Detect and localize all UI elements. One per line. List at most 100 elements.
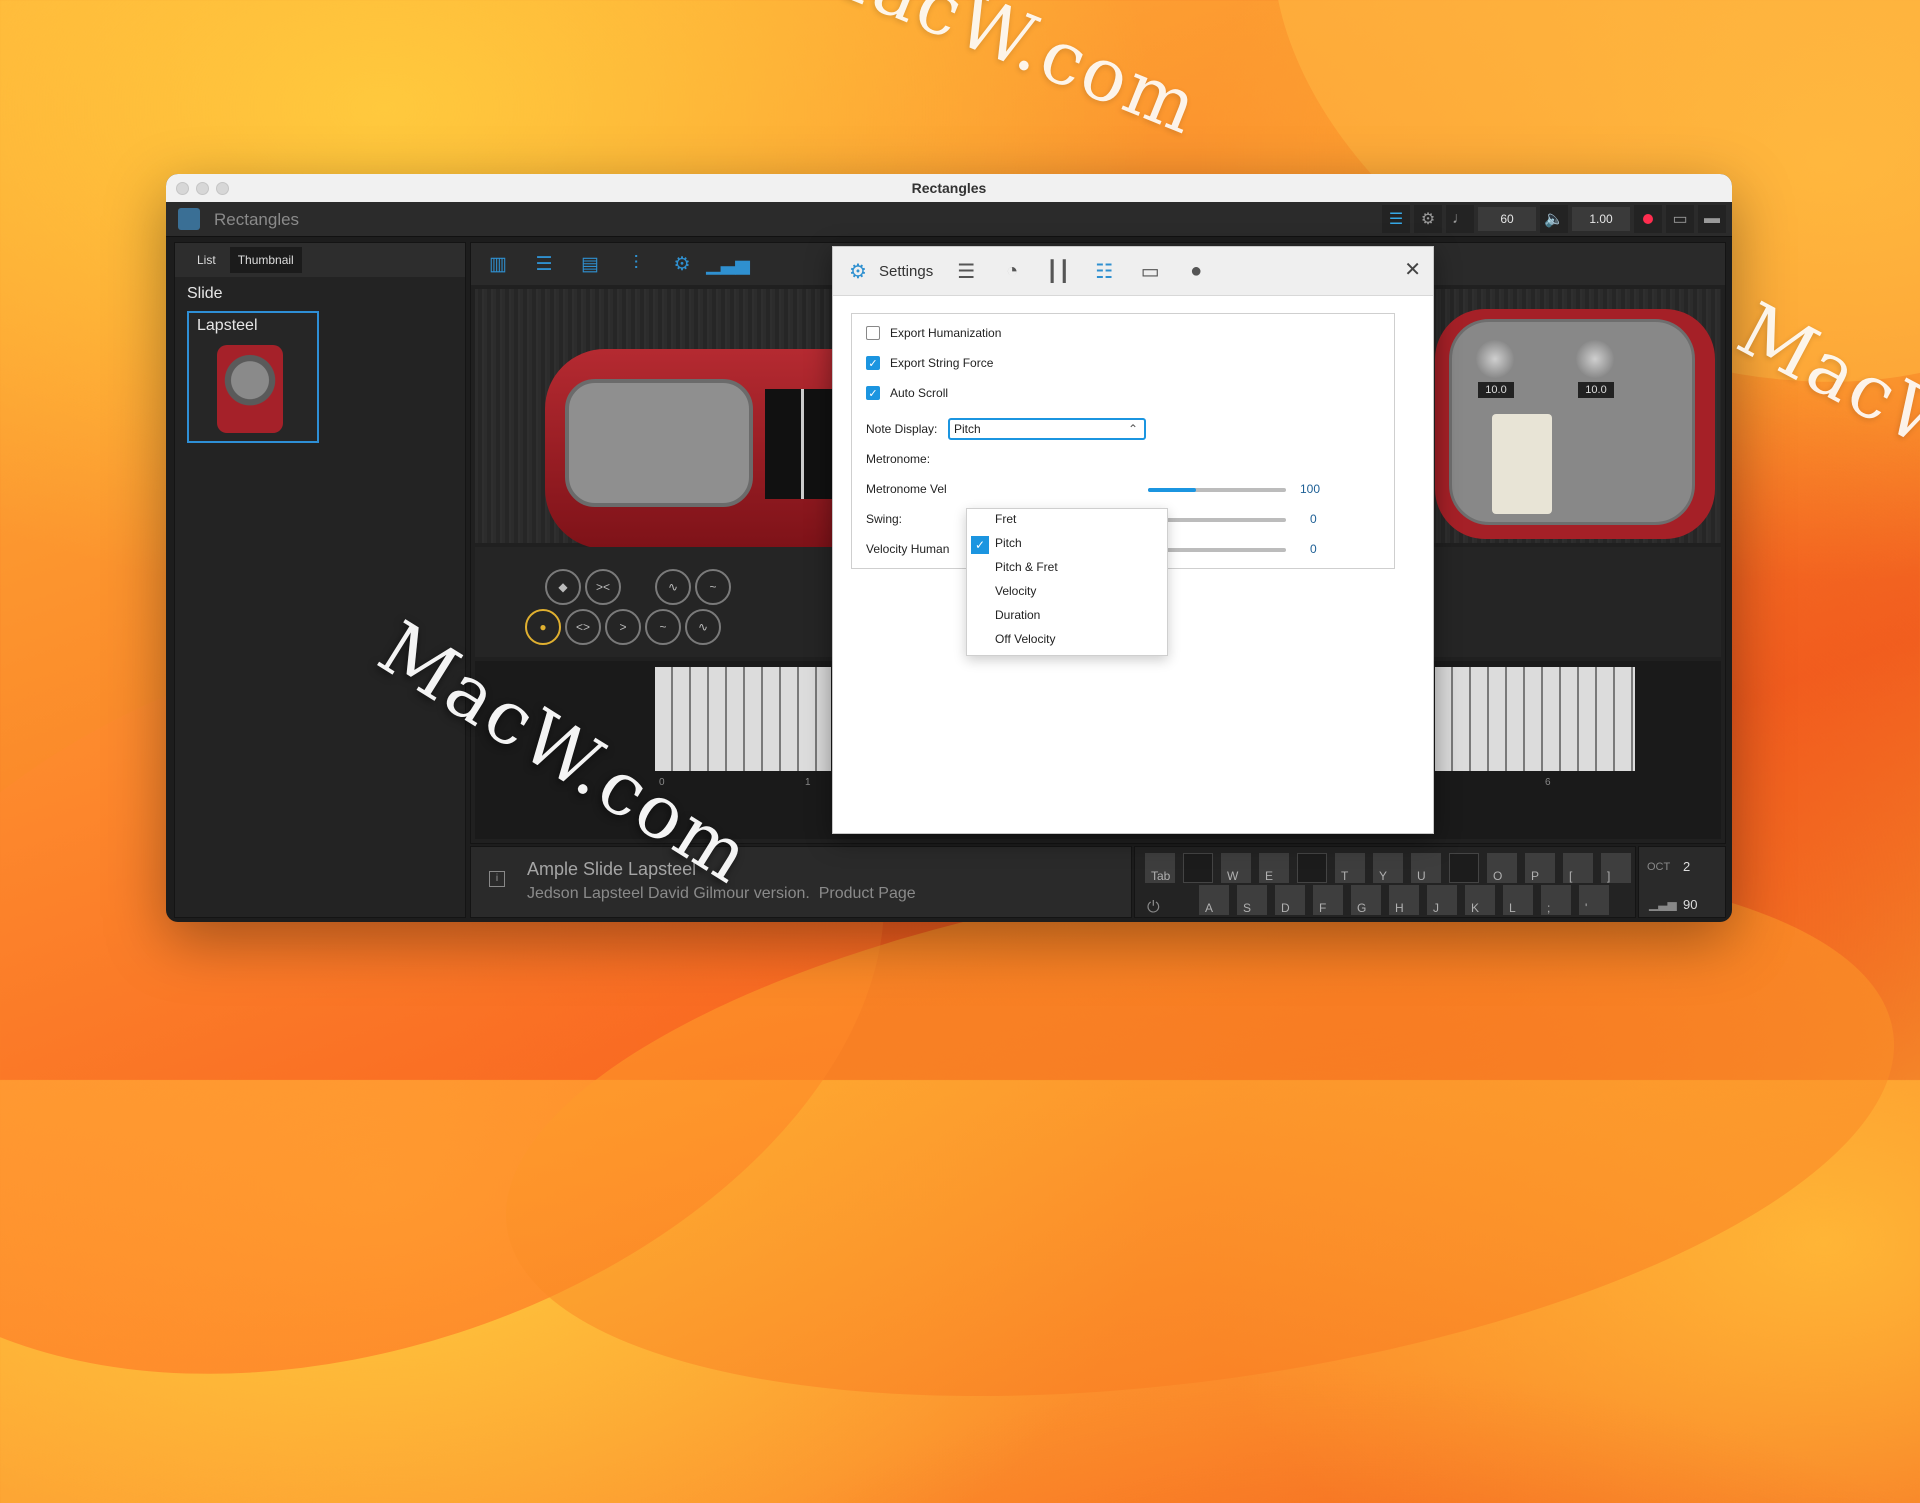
velocity-humanize-slider[interactable]	[1148, 548, 1286, 552]
sliders-icon[interactable]: ☰	[531, 251, 557, 277]
export-humanization-label: Export Humanization	[890, 326, 1002, 340]
panel-toggle-icon[interactable]: ▬	[1698, 205, 1726, 233]
record-button[interactable]	[1634, 205, 1662, 233]
keymap-key[interactable]: ;	[1541, 885, 1571, 915]
tone-knob-value: 10.0	[1578, 382, 1614, 398]
settings-gear-icon[interactable]: ⚙	[843, 256, 873, 286]
toolbar-right: ☰ ⚙ ♩ 60 🔈 1.00 ▭ ▬	[1382, 205, 1726, 233]
list-icon[interactable]: ☰	[1382, 205, 1410, 233]
user-tab-icon[interactable]: ●	[1181, 256, 1211, 286]
keymap-key[interactable]	[1183, 853, 1213, 883]
keymap-key[interactable]: Y	[1373, 853, 1403, 883]
keymap-key[interactable]: [	[1563, 853, 1593, 883]
keymap-key[interactable]: G	[1351, 885, 1381, 915]
keymap-key[interactable]: O	[1487, 853, 1517, 883]
power-icon[interactable]: ⏻	[1147, 899, 1160, 917]
export-string-force-row[interactable]: ✓ Export String Force	[866, 356, 993, 370]
keymap-key[interactable]: ]	[1601, 853, 1631, 883]
note-display-dropdown: Fret ✓ Pitch Pitch & Fret Velocity Durati…	[966, 508, 1168, 656]
computer-keyboard-map: Tab W E T Y U O P [] A S D F G H J K L; ' ⏻	[1134, 846, 1636, 918]
tempo-field[interactable]: 60	[1478, 207, 1536, 231]
record-icon	[1643, 214, 1653, 224]
keyboard-view-icon[interactable]: ▥	[485, 251, 511, 277]
product-page-link[interactable]: Product Page	[819, 885, 916, 902]
tab-thumbnail[interactable]: Thumbnail	[229, 247, 302, 273]
keymap-key[interactable]: Tab	[1145, 853, 1175, 883]
velocity-value[interactable]: 90	[1683, 897, 1697, 912]
instrument-thumbnail[interactable]: Lapsteel	[187, 311, 319, 443]
equalizer-icon[interactable]: ▁▃▅	[706, 251, 750, 277]
keymap-key[interactable]: J	[1427, 885, 1457, 915]
export-humanization-row[interactable]: Export Humanization	[866, 326, 1001, 340]
keymap-key[interactable]: W	[1221, 853, 1251, 883]
keymap-key[interactable]: A	[1199, 885, 1229, 915]
keymap-key[interactable]: H	[1389, 885, 1419, 915]
articulation-button[interactable]: ~	[695, 569, 731, 605]
keymap-key[interactable]: '	[1579, 885, 1609, 915]
sliders-tab-icon[interactable]: ☷	[1089, 256, 1119, 286]
keymap-key[interactable]: E	[1259, 853, 1289, 883]
articulation-button-active[interactable]: ●	[525, 609, 561, 645]
palette-tab-icon[interactable]: ◔	[997, 256, 1027, 286]
articulation-button[interactable]: ◆	[545, 569, 581, 605]
option-label: Off Velocity	[995, 632, 1056, 646]
info-icon[interactable]: i	[489, 871, 505, 887]
display-tab-icon[interactable]: ▭	[1135, 256, 1165, 286]
tone-knob[interactable]	[1576, 340, 1614, 378]
window-icon[interactable]: ▤	[577, 251, 603, 277]
option-fret[interactable]: Fret	[967, 509, 1167, 533]
velocity-humanize-label: Velocity Human	[866, 542, 950, 556]
keymap-key[interactable]	[1297, 853, 1327, 883]
option-duration[interactable]: Duration	[967, 605, 1167, 629]
keymap-key[interactable]: S	[1237, 885, 1267, 915]
pickup	[1492, 414, 1552, 514]
volume-knob-value: 10.0	[1478, 382, 1514, 398]
gear-icon[interactable]: ⚙	[669, 251, 695, 277]
volume-knob[interactable]	[1476, 340, 1514, 378]
keymap-key[interactable]: F	[1313, 885, 1343, 915]
gear-icon[interactable]: ⚙	[1414, 205, 1442, 233]
export-humanization-checkbox[interactable]	[866, 326, 880, 340]
list-tab-icon[interactable]: ☰	[951, 256, 981, 286]
articulation-button[interactable]: ~	[645, 609, 681, 645]
option-label: Velocity	[995, 584, 1037, 598]
keymap-key[interactable]: T	[1335, 853, 1365, 883]
keymap-key[interactable]: U	[1411, 853, 1441, 883]
metronome-velocity-slider[interactable]	[1148, 488, 1286, 492]
note-display-select[interactable]: Pitch ⌃	[948, 418, 1146, 440]
swing-slider[interactable]	[1148, 518, 1286, 522]
tuning-tab-icon[interactable]: ┃┃	[1043, 256, 1073, 286]
articulation-button[interactable]: <>	[565, 609, 601, 645]
sidebar-toggle-icon[interactable]: ▭	[1666, 205, 1694, 233]
volume-field[interactable]: 1.00	[1572, 207, 1630, 231]
articulation-button[interactable]: >	[605, 609, 641, 645]
auto-scroll-checkbox[interactable]: ✓	[866, 386, 880, 400]
option-pitch[interactable]: ✓ Pitch	[967, 533, 1167, 557]
tab-list[interactable]: List	[189, 247, 224, 273]
keymap-key[interactable]: L	[1503, 885, 1533, 915]
keymap-key[interactable]: D	[1275, 885, 1305, 915]
piano-keys[interactable]	[1435, 667, 1635, 771]
piano-keys[interactable]	[655, 667, 831, 771]
keymap-key[interactable]	[1449, 853, 1479, 883]
keymap-key[interactable]: K	[1465, 885, 1495, 915]
option-velocity[interactable]: Velocity	[967, 581, 1167, 605]
watermark: MacW.com	[789, 0, 1211, 152]
swing-value: 0	[1310, 512, 1317, 526]
articulation-button[interactable]: ∿	[655, 569, 691, 605]
tuners	[565, 379, 753, 507]
instrument-info: i Ample Slide Lapsteel Jedson Lapsteel D…	[470, 846, 1132, 918]
mixer-icon[interactable]: ⫶	[623, 251, 649, 277]
articulation-button[interactable]: ∿	[685, 609, 721, 645]
octave-value[interactable]: 2	[1683, 859, 1690, 874]
settings-dialog: ⚙ Settings ☰ ◔ ┃┃ ☷ ▭ ● ✕ Export Humaniz…	[832, 246, 1434, 834]
velocity-humanize-value: 0	[1310, 542, 1317, 556]
export-string-force-checkbox[interactable]: ✓	[866, 356, 880, 370]
export-string-force-label: Export String Force	[890, 356, 994, 370]
auto-scroll-row[interactable]: ✓ Auto Scroll	[866, 386, 948, 400]
option-pitch-fret[interactable]: Pitch & Fret	[967, 557, 1167, 581]
articulation-button[interactable]: ><	[585, 569, 621, 605]
option-off-velocity[interactable]: Off Velocity	[967, 629, 1167, 653]
close-icon[interactable]: ✕	[1404, 257, 1421, 282]
keymap-key[interactable]: P	[1525, 853, 1555, 883]
